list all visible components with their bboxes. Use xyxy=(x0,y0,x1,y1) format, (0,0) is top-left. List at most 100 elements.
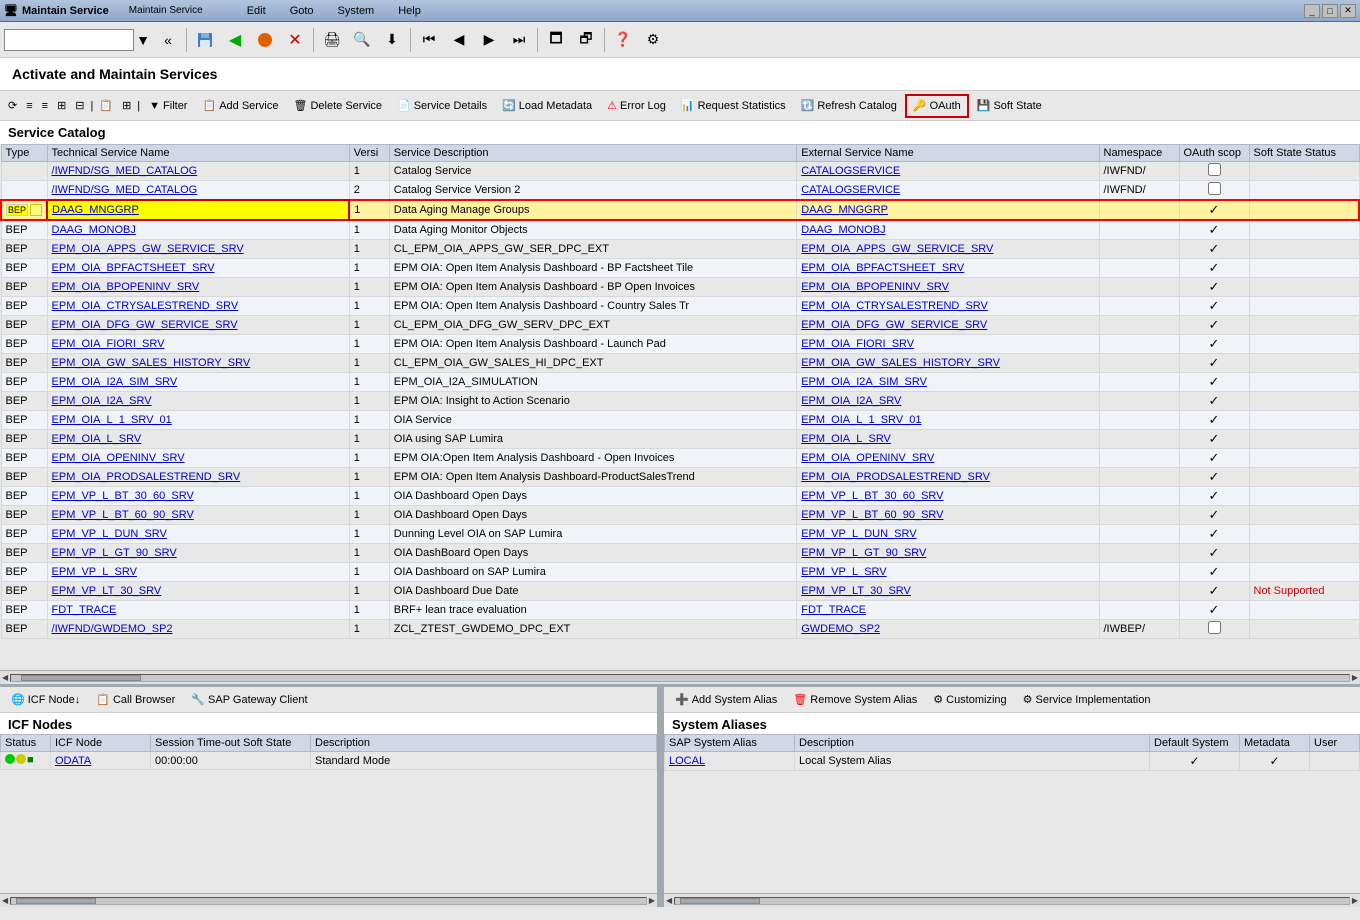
back-history-button[interactable]: « xyxy=(154,26,182,54)
alias-col-default[interactable]: Default System xyxy=(1150,735,1240,752)
oauth-cell[interactable]: ✓ xyxy=(1179,259,1249,278)
oauth-cell[interactable] xyxy=(1179,181,1249,201)
menu-edit[interactable]: Edit xyxy=(243,3,270,19)
oauth-cell[interactable]: ✓ xyxy=(1179,525,1249,544)
scroll-thumb-h[interactable] xyxy=(21,675,141,681)
table-row[interactable]: BEPEPM_VP_L_GT_90_SRV1OIA DashBoard Open… xyxy=(1,544,1359,563)
table-row[interactable]: BEPEPM_OIA_CTRYSALESTREND_SRV1EPM OIA: O… xyxy=(1,297,1359,316)
icf-scroll-right[interactable]: ▶ xyxy=(649,896,655,905)
maximize-button[interactable]: □ xyxy=(1322,4,1338,18)
icf-col-status[interactable]: Status xyxy=(1,735,51,752)
icf-scroll-track[interactable] xyxy=(10,897,647,905)
oauth-cell[interactable]: ✓ xyxy=(1179,487,1249,506)
alias-col-name[interactable]: SAP System Alias xyxy=(665,735,795,752)
table-row[interactable]: BEP DAAG_MNGGRP1Data Aging Manage Groups… xyxy=(1,200,1359,220)
remove-system-alias-button[interactable]: 🗑 Remove System Alias xyxy=(786,688,924,712)
cancel-button[interactable]: ✕ xyxy=(281,26,309,54)
load-metadata-button[interactable]: 🔄 Load Metadata xyxy=(495,94,599,118)
table-row[interactable]: BEPEPM_VP_L_BT_30_60_SRV1OIA Dashboard O… xyxy=(1,487,1359,506)
add-service-button[interactable]: 📋 Add Service xyxy=(195,94,285,118)
print-button[interactable]: 🖨 xyxy=(318,26,346,54)
ext-name-cell[interactable]: EPM_OIA_DFG_GW_SERVICE_SRV xyxy=(797,316,1099,335)
table-row[interactable]: BEPEPM_OIA_APPS_GW_SERVICE_SRV1CL_EPM_OI… xyxy=(1,240,1359,259)
icf-scroll-left[interactable]: ◀ xyxy=(2,896,8,905)
ext-name-cell[interactable]: EPM_OIA_GW_SALES_HISTORY_SRV xyxy=(797,354,1099,373)
oauth-cell[interactable]: ✓ xyxy=(1179,278,1249,297)
table-row[interactable]: BEPEPM_VP_L_SRV1OIA Dashboard on SAP Lum… xyxy=(1,563,1359,582)
oauth-cell[interactable]: ✓ xyxy=(1179,411,1249,430)
icf-scroll-thumb[interactable] xyxy=(16,898,96,904)
minimize-button[interactable]: _ xyxy=(1304,4,1320,18)
catalog-table-container[interactable]: Type Technical Service Name Versi Servic… xyxy=(0,144,1360,670)
table-row[interactable]: BEPEPM_VP_L_DUN_SRV1Dunning Level OIA on… xyxy=(1,525,1359,544)
col-description[interactable]: Service Description xyxy=(389,145,796,162)
ext-name-cell[interactable]: EPM_OIA_PRODSALESTREND_SRV xyxy=(797,468,1099,487)
table-row[interactable]: BEPEPM_OIA_DFG_GW_SERVICE_SRV1CL_EPM_OIA… xyxy=(1,316,1359,335)
tech-name-cell[interactable]: DAAG_MONOBJ xyxy=(47,220,349,240)
oauth-cell[interactable]: ✓ xyxy=(1179,240,1249,259)
tech-name-cell[interactable]: EPM_VP_L_GT_90_SRV xyxy=(47,544,349,563)
scroll-left-arrow[interactable]: ◀ xyxy=(2,673,8,682)
ext-name-cell[interactable]: EPM_VP_L_GT_90_SRV xyxy=(797,544,1099,563)
table-row[interactable]: BEPEPM_OIA_I2A_SRV1EPM OIA: Insight to A… xyxy=(1,392,1359,411)
back-button[interactable]: ◀ xyxy=(221,26,249,54)
table-row[interactable]: BEPEPM_OIA_FIORI_SRV1EPM OIA: Open Item … xyxy=(1,335,1359,354)
error-log-button[interactable]: ⚠ Error Log xyxy=(600,94,673,118)
ext-name-cell[interactable]: EPM_VP_LT_30_SRV xyxy=(797,582,1099,601)
tech-name-cell[interactable]: EPM_VP_LT_30_SRV xyxy=(47,582,349,601)
toolbar-icon-5[interactable]: ⊟ xyxy=(71,94,88,118)
oauth-cell[interactable] xyxy=(1179,162,1249,181)
oauth-cell[interactable]: ✓ xyxy=(1179,468,1249,487)
transaction-input[interactable] xyxy=(4,29,134,51)
ext-name-cell[interactable]: EPM_VP_L_SRV xyxy=(797,563,1099,582)
ext-name-cell[interactable]: EPM_VP_L_BT_60_90_SRV xyxy=(797,506,1099,525)
find-button[interactable]: 🔍 xyxy=(348,26,376,54)
table-row[interactable]: BEPEPM_OIA_I2A_SIM_SRV1EPM_OIA_I2A_SIMUL… xyxy=(1,373,1359,392)
ext-name-cell[interactable]: GWDEMO_SP2 xyxy=(797,620,1099,639)
menu-goto[interactable]: Goto xyxy=(286,3,318,19)
toolbar-icon-4[interactable]: ⊞ xyxy=(53,94,70,118)
tech-name-cell[interactable]: DAAG_MNGGRP xyxy=(47,200,349,220)
table-row[interactable]: LOCAL Local System Alias ✓ ✓ xyxy=(665,752,1360,771)
table-row[interactable]: BEPEPM_OIA_L_1_SRV_011OIA ServiceEPM_OIA… xyxy=(1,411,1359,430)
oauth-cell[interactable]: ✓ xyxy=(1179,220,1249,240)
alias-scrollbar-h[interactable]: ◀ ▶ xyxy=(664,893,1360,907)
alias-scroll-left[interactable]: ◀ xyxy=(666,896,672,905)
alias-col-user[interactable]: User xyxy=(1310,735,1360,752)
ext-name-cell[interactable]: EPM_VP_L_DUN_SRV xyxy=(797,525,1099,544)
oauth-cell[interactable]: ✓ xyxy=(1179,544,1249,563)
ext-name-cell[interactable]: CATALOGSERVICE xyxy=(797,162,1099,181)
table-row[interactable]: BEPEPM_OIA_GW_SALES_HISTORY_SRV1CL_EPM_O… xyxy=(1,354,1359,373)
close-window-button[interactable]: 🗗 xyxy=(572,26,600,54)
table-row[interactable]: BEPEPM_OIA_OPENINV_SRV1EPM OIA:Open Item… xyxy=(1,449,1359,468)
tech-name-cell[interactable]: EPM_OIA_PRODSALESTREND_SRV xyxy=(47,468,349,487)
oauth-cell[interactable]: ✓ xyxy=(1179,297,1249,316)
ext-name-cell[interactable]: EPM_OIA_L_SRV xyxy=(797,430,1099,449)
icf-col-desc[interactable]: Description xyxy=(311,735,657,752)
tech-name-cell[interactable]: EPM_OIA_L_1_SRV_01 xyxy=(47,411,349,430)
alias-col-desc[interactable]: Description xyxy=(795,735,1150,752)
ext-name-cell[interactable]: EPM_OIA_BPOPENINV_SRV xyxy=(797,278,1099,297)
oauth-cell[interactable]: ✓ xyxy=(1179,430,1249,449)
table-row[interactable]: BEPEPM_VP_LT_30_SRV1OIA Dashboard Due Da… xyxy=(1,582,1359,601)
alias-scroll-right[interactable]: ▶ xyxy=(1352,896,1358,905)
oauth-cell[interactable]: ✓ xyxy=(1179,601,1249,620)
ext-name-cell[interactable]: EPM_OIA_BPFACTSHEET_SRV xyxy=(797,259,1099,278)
tech-name-cell[interactable]: EPM_OIA_APPS_GW_SERVICE_SRV xyxy=(47,240,349,259)
ext-name-cell[interactable]: FDT_TRACE xyxy=(797,601,1099,620)
alias-table-container[interactable]: SAP System Alias Description Default Sys… xyxy=(664,734,1360,893)
save-button[interactable] xyxy=(191,26,219,54)
settings-button[interactable]: ⚙ xyxy=(639,26,667,54)
icf-node-button[interactable]: 🌐 ICF Node↓ xyxy=(4,688,87,712)
tech-name-cell[interactable]: EPM_OIA_BPFACTSHEET_SRV xyxy=(47,259,349,278)
tech-name-cell[interactable]: EPM_VP_L_BT_60_90_SRV xyxy=(47,506,349,525)
customizing-button[interactable]: ⚙ Customizing xyxy=(926,688,1013,712)
col-version[interactable]: Versi xyxy=(349,145,389,162)
toolbar-icon-7[interactable]: ⊞ xyxy=(118,94,135,118)
oauth-cell[interactable]: ✓ xyxy=(1179,392,1249,411)
table-row[interactable]: /IWFND/SG_MED_CATALOG1Catalog ServiceCAT… xyxy=(1,162,1359,181)
tech-name-cell[interactable]: EPM_OIA_DFG_GW_SERVICE_SRV xyxy=(47,316,349,335)
tech-name-cell[interactable]: EPM_OIA_CTRYSALESTREND_SRV xyxy=(47,297,349,316)
table-row[interactable]: BEPEPM_OIA_L_SRV1OIA using SAP LumiraEPM… xyxy=(1,430,1359,449)
tech-name-cell[interactable]: /IWFND/SG_MED_CATALOG xyxy=(47,181,349,201)
